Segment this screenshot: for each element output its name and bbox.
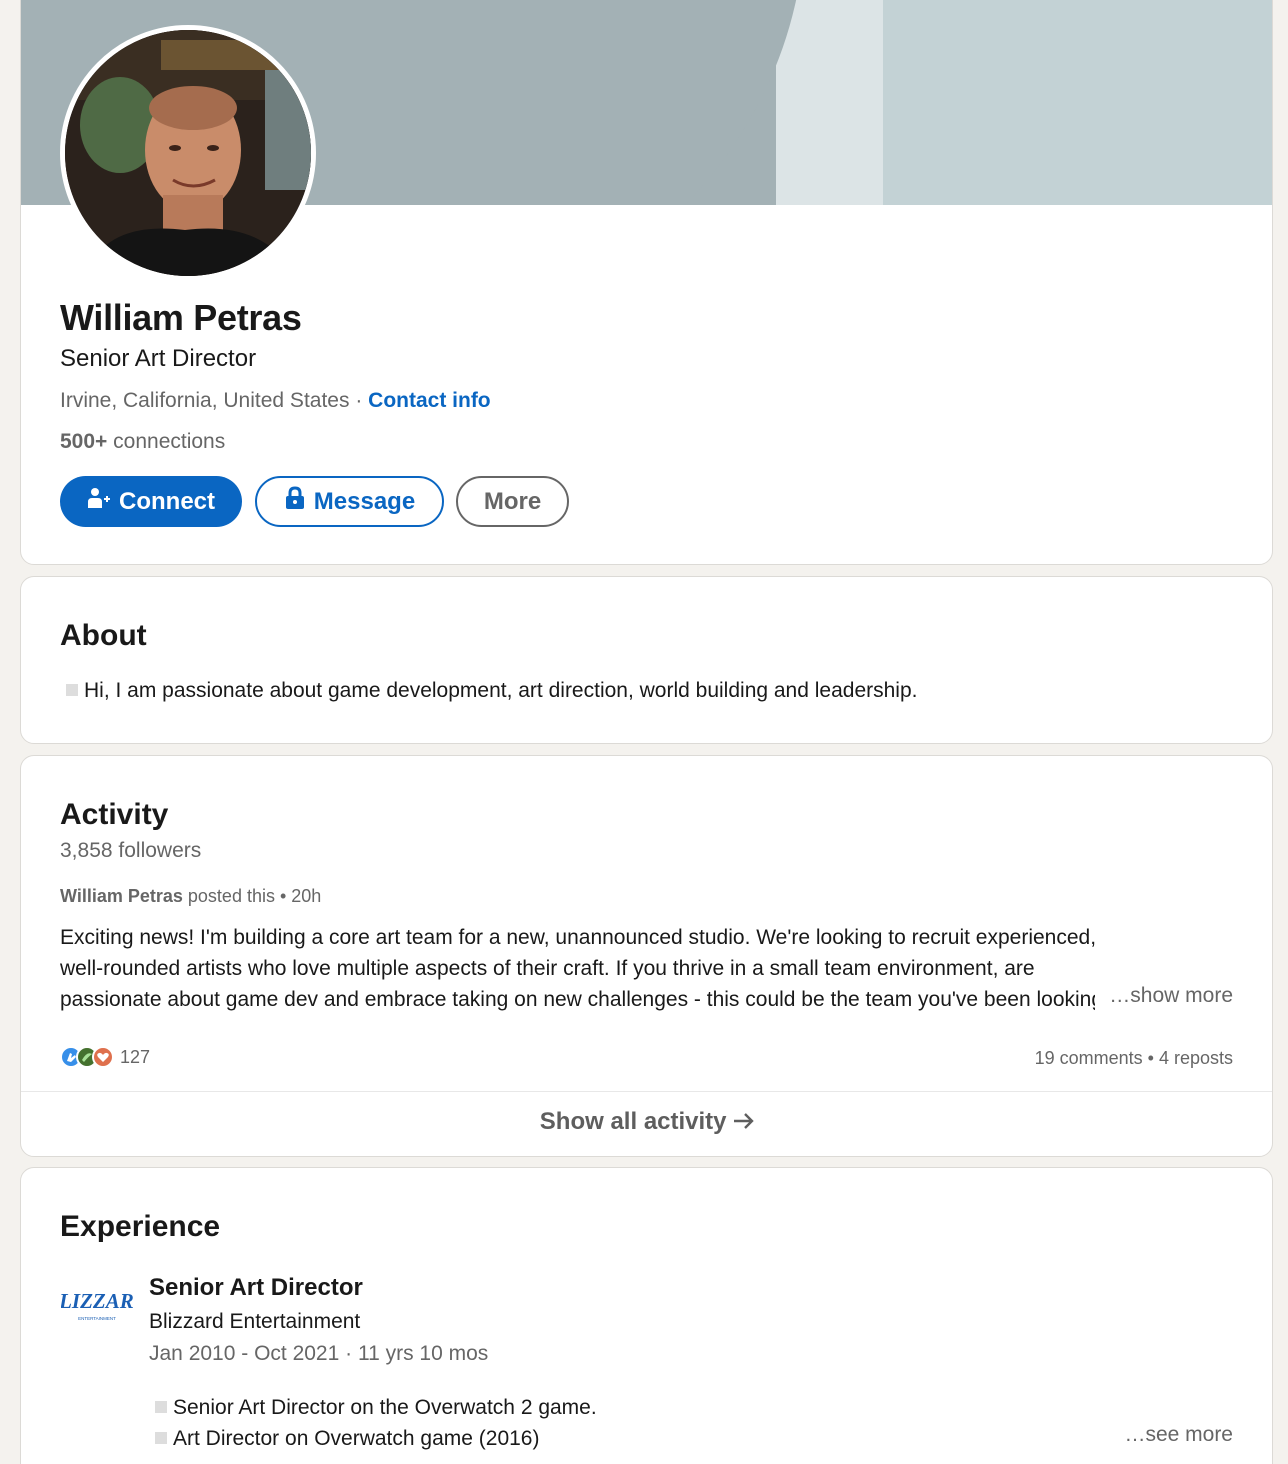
lock-icon bbox=[284, 486, 306, 517]
bullet-icon bbox=[155, 1401, 167, 1413]
connections-label: connections bbox=[113, 430, 226, 453]
love-icon bbox=[92, 1046, 114, 1068]
location-separator: · bbox=[355, 389, 363, 412]
experience-company: Blizzard Entertainment bbox=[149, 1310, 361, 1333]
reaction-count: 127 bbox=[120, 1046, 151, 1067]
post-action: posted this bbox=[187, 886, 275, 906]
post-text-line: Exciting news! I'm building a core art t… bbox=[60, 926, 1097, 949]
comments-count[interactable]: 19 comments bbox=[1035, 1048, 1143, 1068]
message-label: Message bbox=[313, 487, 416, 515]
experience-title: Experience bbox=[60, 1210, 221, 1243]
show-more-link[interactable]: …show more bbox=[1109, 984, 1233, 1008]
bullet-icon bbox=[155, 1432, 167, 1444]
bullet-icon bbox=[66, 684, 78, 696]
company-logo[interactable]: BLIZZARD ENTERTAINMENT bbox=[44, 1280, 149, 1326]
post-author[interactable]: William Petras bbox=[60, 886, 183, 906]
add-person-icon bbox=[87, 486, 111, 517]
list-item-text: Art Director on Overwatch game (2016) bbox=[173, 1427, 540, 1450]
arrow-right-icon bbox=[733, 1108, 755, 1135]
experience-dates: Jan 2010 - Oct 2021 · 11 yrs 10 mos bbox=[149, 1342, 489, 1365]
show-all-label: Show all activity bbox=[539, 1108, 727, 1135]
location-row: Irvine, California, United States · Cont… bbox=[60, 389, 491, 413]
about-text: Hi, I am passionate about game developme… bbox=[66, 679, 918, 703]
post-time: • 20h bbox=[279, 886, 322, 906]
more-button[interactable]: More bbox=[456, 476, 569, 527]
show-all-activity-button[interactable]: Show all activity bbox=[21, 1108, 1272, 1136]
connections-number: 500+ bbox=[60, 430, 108, 453]
reposts-count[interactable]: 4 reposts bbox=[1159, 1048, 1233, 1068]
followers-count: 3,858 followers bbox=[60, 839, 202, 862]
location: Irvine, California, United States bbox=[60, 389, 350, 412]
list-item: Art Director on Overwatch game (2016) bbox=[155, 1423, 597, 1454]
divider bbox=[21, 1091, 1272, 1092]
profile-top-card: William Petras Senior Art Director Irvin… bbox=[20, 0, 1273, 565]
more-label: More bbox=[483, 487, 542, 515]
list-item: Senior Art Director on the Overwatch 2 g… bbox=[155, 1392, 597, 1423]
reactions-summary[interactable]: 127 bbox=[60, 1046, 150, 1068]
stats-separator: • bbox=[1147, 1048, 1154, 1068]
post-meta: William Petras posted this • 20h bbox=[60, 886, 321, 907]
about-text-content: Hi, I am passionate about game developme… bbox=[84, 679, 918, 702]
post-stats: 19 comments • 4 reposts bbox=[1035, 1048, 1233, 1069]
post-text[interactable]: Exciting news! I'm building a core art t… bbox=[60, 922, 1234, 1015]
profile-name: William Petras bbox=[60, 297, 302, 338]
see-more-link[interactable]: …see more bbox=[1124, 1423, 1233, 1447]
about-card: About Hi, I am passionate about game dev… bbox=[20, 576, 1273, 744]
about-title: About bbox=[60, 619, 147, 652]
connections-count[interactable]: 500+ connections bbox=[60, 430, 225, 454]
avatar[interactable] bbox=[60, 25, 316, 281]
connect-button[interactable]: Connect bbox=[60, 476, 242, 527]
logo-subtext: ENTERTAINMENT bbox=[78, 1316, 116, 1321]
list-item-text: Senior Art Director on the Overwatch 2 g… bbox=[173, 1396, 597, 1419]
profile-headline: Senior Art Director bbox=[60, 345, 257, 372]
contact-info-link[interactable]: Contact info bbox=[368, 389, 490, 412]
experience-description: Senior Art Director on the Overwatch 2 g… bbox=[155, 1392, 597, 1454]
activity-title: Activity bbox=[60, 798, 169, 831]
experience-card: Experience BLIZZARD ENTERTAINMENT Senior… bbox=[20, 1167, 1273, 1464]
post-text-line: passionate about game dev and embrace ta… bbox=[60, 988, 1095, 1011]
experience-title-text: Senior Art Director bbox=[149, 1274, 363, 1301]
activity-card: Activity 3,858 followers William Petras … bbox=[20, 755, 1273, 1157]
logo-text: BLIZZARD bbox=[61, 1289, 133, 1313]
message-button[interactable]: Message bbox=[255, 476, 444, 527]
post-text-line: well-rounded artists who love multiple a… bbox=[60, 957, 1035, 980]
connect-label: Connect bbox=[119, 487, 215, 515]
